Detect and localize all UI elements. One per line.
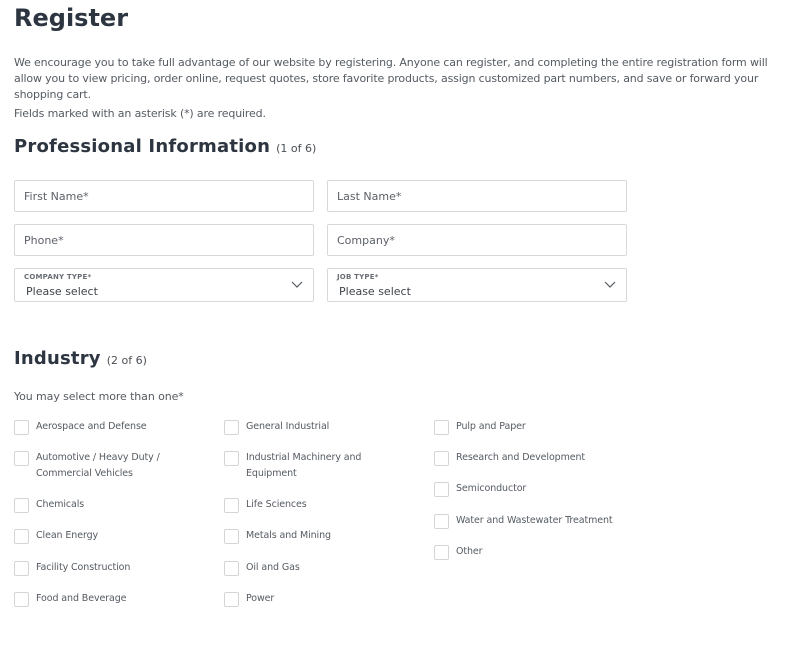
checkbox-label: Other — [456, 546, 483, 557]
first-name-input[interactable] — [15, 181, 313, 211]
intro-text: We encourage you to take full advantage … — [14, 56, 768, 101]
industry-option-water-wastewater[interactable]: Water and Wastewater Treatment — [434, 514, 634, 529]
checkbox-label: General Industrial — [246, 421, 330, 432]
checkbox-label: Water and Wastewater Treatment — [456, 515, 613, 526]
checkbox[interactable] — [224, 561, 239, 576]
checkbox-label: Metals and Mining — [246, 530, 331, 541]
checkbox-label: Chemicals — [36, 499, 85, 510]
checkbox[interactable] — [224, 592, 239, 607]
professional-information-heading: Professional Information (1 of 6) — [14, 136, 316, 157]
checkbox[interactable] — [224, 529, 239, 544]
job-type-select[interactable]: JOB TYPE* Please select — [327, 268, 627, 302]
first-name-field[interactable] — [14, 180, 314, 212]
industry-option-other[interactable]: Other — [434, 545, 634, 560]
step-indicator: (1 of 6) — [276, 142, 317, 155]
industry-option-aerospace[interactable]: Aerospace and Defense — [14, 420, 214, 435]
section-title-text: Professional Information — [14, 136, 271, 157]
checkbox-label: Aerospace and Defense — [36, 421, 147, 432]
industry-option-general-industrial[interactable]: General Industrial — [224, 420, 424, 435]
checkbox-label: Clean Energy — [36, 530, 99, 541]
industry-option-industrial-machinery[interactable]: Industrial Machinery and Equipment — [224, 451, 384, 482]
checkbox-label: Life Sciences — [246, 499, 307, 510]
step-indicator: (2 of 6) — [106, 354, 147, 367]
company-type-select[interactable]: COMPANY TYPE* Please select — [14, 268, 314, 302]
company-type-label: COMPANY TYPE* — [24, 273, 92, 281]
industry-option-power[interactable]: Power — [224, 592, 424, 607]
phone-input[interactable] — [15, 225, 313, 255]
checkbox-label: Facility Construction — [36, 562, 131, 573]
checkbox[interactable] — [14, 592, 29, 607]
industry-hint: You may select more than one* — [14, 390, 184, 403]
company-field[interactable] — [327, 224, 627, 256]
last-name-field[interactable] — [327, 180, 627, 212]
checkbox[interactable] — [14, 561, 29, 576]
checkbox[interactable] — [224, 420, 239, 435]
industry-heading: Industry (2 of 6) — [14, 348, 147, 369]
checkbox[interactable] — [14, 498, 29, 513]
phone-field[interactable] — [14, 224, 314, 256]
industry-option-chemicals[interactable]: Chemicals — [14, 498, 214, 513]
industry-option-pulp-paper[interactable]: Pulp and Paper — [434, 420, 634, 435]
checkbox-label: Power — [246, 593, 275, 604]
job-type-value: Please select — [339, 285, 411, 298]
checkbox[interactable] — [224, 451, 239, 466]
company-type-value: Please select — [26, 285, 98, 298]
checkbox-label: Pulp and Paper — [456, 421, 526, 432]
page-title: Register — [14, 4, 129, 32]
checkbox[interactable] — [224, 498, 239, 513]
checkbox[interactable] — [434, 545, 449, 560]
checkbox[interactable] — [434, 451, 449, 466]
job-type-label: JOB TYPE* — [337, 273, 379, 281]
checkbox[interactable] — [14, 451, 29, 466]
chevron-down-icon[interactable] — [291, 279, 303, 289]
checkbox-label: Semiconductor — [456, 483, 527, 494]
checkbox-label: Food and Beverage — [36, 593, 127, 604]
industry-option-automotive[interactable]: Automotive / Heavy Duty / Commercial Veh… — [14, 451, 174, 482]
industry-option-metals-mining[interactable]: Metals and Mining — [224, 529, 424, 544]
checkbox[interactable] — [14, 529, 29, 544]
industry-option-facility-construction[interactable]: Facility Construction — [14, 561, 214, 576]
checkbox-label: Oil and Gas — [246, 562, 300, 573]
last-name-input[interactable] — [328, 181, 626, 211]
industry-option-oil-gas[interactable]: Oil and Gas — [224, 561, 424, 576]
checkbox[interactable] — [434, 420, 449, 435]
checkbox[interactable] — [14, 420, 29, 435]
chevron-down-icon[interactable] — [604, 279, 616, 289]
company-input[interactable] — [328, 225, 626, 255]
checkbox[interactable] — [434, 482, 449, 497]
section-title-text: Industry — [14, 348, 101, 369]
checkbox-label: Industrial Machinery and Equipment — [246, 452, 362, 479]
checkbox-label: Automotive / Heavy Duty / Commercial Veh… — [36, 452, 160, 479]
checkbox-label: Research and Development — [456, 452, 586, 463]
industry-option-life-sciences[interactable]: Life Sciences — [224, 498, 424, 513]
checkbox[interactable] — [434, 514, 449, 529]
industry-option-semiconductor[interactable]: Semiconductor — [434, 482, 634, 497]
industry-option-food-beverage[interactable]: Food and Beverage — [14, 592, 214, 607]
required-fields-note: Fields marked with an asterisk (*) are r… — [14, 107, 266, 120]
industry-option-research-development[interactable]: Research and Development — [434, 451, 634, 466]
industry-option-clean-energy[interactable]: Clean Energy — [14, 529, 214, 544]
